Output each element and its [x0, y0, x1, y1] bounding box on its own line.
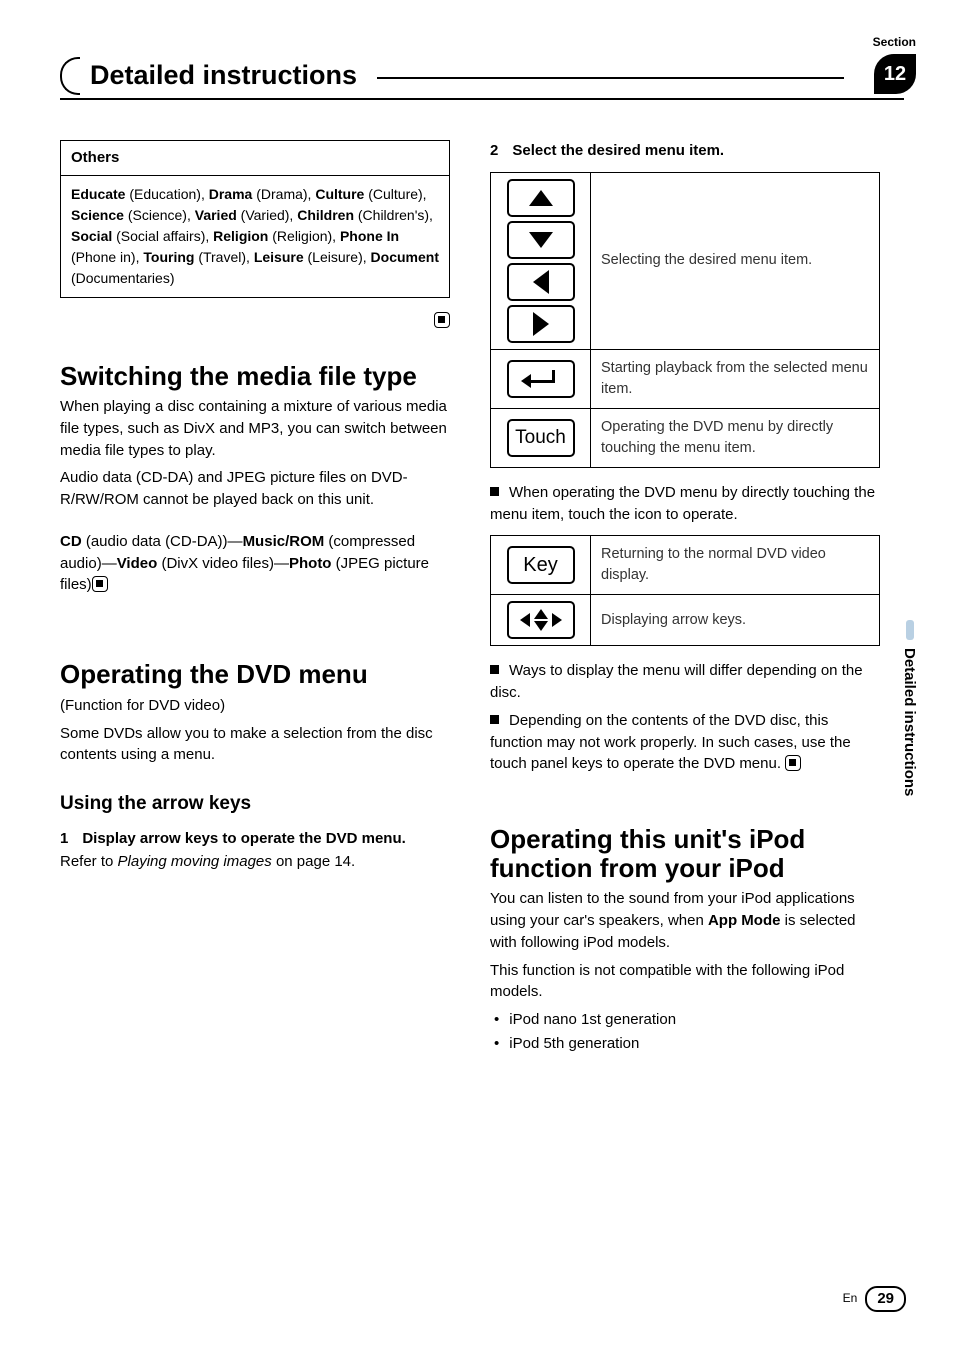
- stop-icon: [92, 576, 108, 592]
- arrow-keys-description: Selecting the desired menu item.: [591, 172, 880, 349]
- enter-key-cell: [491, 349, 591, 408]
- arrow-keys-heading: Using the arrow keys: [60, 790, 450, 818]
- operating-dvd-heading: Operating the DVD menu: [60, 660, 450, 689]
- left-arrow-button[interactable]: [507, 263, 575, 301]
- others-box-body: Educate (Education), Drama (Drama), Cult…: [61, 176, 449, 297]
- step-1-text: Display arrow keys to operate the DVD me…: [82, 828, 405, 850]
- stop-icon: [434, 312, 450, 328]
- square-bullet-icon: [490, 665, 499, 674]
- step-2-text: Select the desired menu item.: [512, 140, 724, 162]
- switching-paragraph-1: When playing a disc containing a mixture…: [60, 396, 450, 461]
- key-button[interactable]: Key: [507, 546, 575, 584]
- right-arrow-icon: [533, 312, 549, 336]
- up-arrow-icon: [529, 190, 553, 206]
- left-arrow-icon: [533, 270, 549, 294]
- right-column: 2 Select the desired menu item. Selectin…: [490, 140, 880, 1057]
- up-arrow-button[interactable]: [507, 179, 575, 217]
- left-column: Others Educate (Education), Drama (Drama…: [60, 140, 450, 1057]
- section-number-badge: 12: [874, 54, 916, 94]
- down-arrow-button[interactable]: [507, 221, 575, 259]
- others-box: Others Educate (Education), Drama (Drama…: [60, 140, 450, 298]
- stop-icon: [785, 755, 801, 771]
- side-section-label: Detailed instructions: [898, 648, 920, 796]
- dvd-menu-key-table-2: Key Returning to the normal DVD video di…: [490, 535, 880, 646]
- switching-paragraph-2: Audio data (CD-DA) and JPEG picture file…: [60, 467, 450, 511]
- down-arrow-icon: [529, 232, 553, 248]
- page-footer: En 29: [843, 1286, 906, 1312]
- enter-key-description: Starting playback from the selected menu…: [591, 349, 880, 408]
- step-1: 1 Display arrow keys to operate the DVD …: [60, 828, 450, 850]
- ipod-paragraph-1: You can listen to the sound from your iP…: [490, 888, 880, 953]
- ipod-heading: Operating this unit's iPod function from…: [490, 825, 880, 882]
- step-1-reference: Refer to Playing moving images on page 1…: [60, 851, 450, 873]
- section-label: Section: [873, 34, 916, 51]
- others-box-header: Others: [61, 141, 449, 176]
- dvd-menu-key-table: Selecting the desired menu item. Startin…: [490, 172, 880, 468]
- list-item: iPod 5th generation: [490, 1033, 880, 1055]
- enter-button[interactable]: [507, 360, 575, 398]
- arrow-combo-description: Displaying arrow keys.: [591, 595, 880, 646]
- arrow-combo-button[interactable]: [507, 601, 575, 639]
- switching-heading: Switching the media file type: [60, 362, 450, 391]
- list-item: iPod nano 1st generation: [490, 1009, 880, 1031]
- right-arrow-button[interactable]: [507, 305, 575, 343]
- touch-key-cell: Touch: [491, 408, 591, 467]
- touch-key-description: Operating the DVD menu by directly touch…: [591, 408, 880, 467]
- enter-icon: [523, 370, 559, 388]
- arrow-keys-cell: [491, 172, 591, 349]
- arrow-combo-cell: [491, 595, 591, 646]
- touch-button[interactable]: Touch: [507, 419, 575, 457]
- operating-dvd-description: Some DVDs allow you to make a selection …: [60, 723, 450, 767]
- operating-dvd-subtitle: (Function for DVD video): [60, 695, 450, 717]
- note-touch-operate: When operating the DVD menu by directly …: [490, 482, 880, 526]
- key-button-cell: Key: [491, 536, 591, 595]
- step-2-number: 2: [490, 140, 498, 162]
- square-bullet-icon: [490, 715, 499, 724]
- note-touch-panel: Depending on the contents of the DVD dis…: [490, 710, 880, 775]
- page-title: Detailed instructions: [90, 56, 357, 95]
- page-number-badge: 29: [865, 1286, 906, 1312]
- arrow-combo-icon: [520, 609, 562, 631]
- ipod-incompatible-list: iPod nano 1st generationiPod 5th generat…: [490, 1009, 880, 1055]
- step-1-number: 1: [60, 828, 68, 850]
- key-button-description: Returning to the normal DVD video displa…: [591, 536, 880, 595]
- switching-chain: CD (audio data (CD-DA))—Music/ROM (compr…: [60, 531, 450, 596]
- step-2: 2 Select the desired menu item.: [490, 140, 880, 162]
- square-bullet-icon: [490, 487, 499, 496]
- page-title-bar: Detailed instructions: [60, 56, 904, 100]
- ipod-paragraph-2: This function is not compatible with the…: [490, 960, 880, 1004]
- footer-language: En: [843, 1290, 858, 1307]
- side-tab-indicator: [906, 620, 914, 640]
- note-menu-display: Ways to display the menu will differ dep…: [490, 660, 880, 704]
